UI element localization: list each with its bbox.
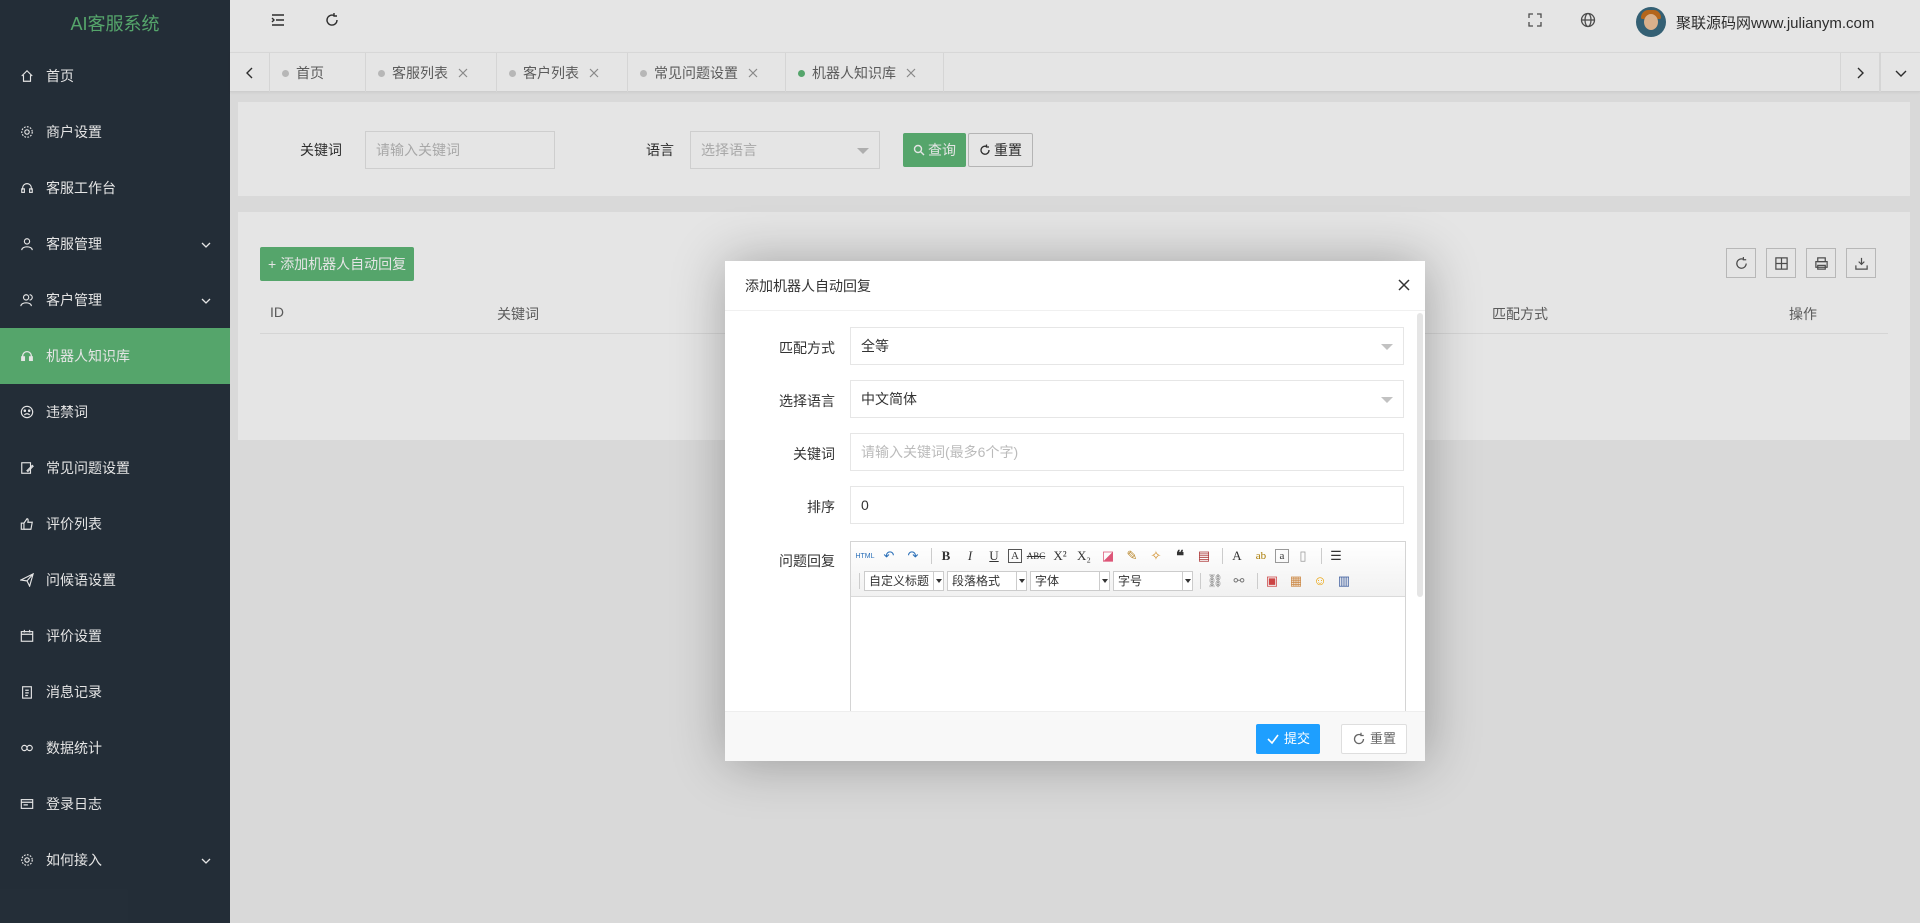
editor-content-area[interactable] (851, 597, 1405, 711)
background-color-icon[interactable]: ab (1251, 546, 1271, 566)
strikethrough-icon[interactable]: ABC (1026, 546, 1046, 566)
font-color-icon[interactable]: A (1227, 546, 1247, 566)
bold-icon[interactable]: B (936, 546, 956, 566)
language-select-label: 选择语言 (779, 393, 835, 409)
keyword-input[interactable]: 请输入关键词(最多6个字) (850, 433, 1404, 471)
multi-image-icon[interactable]: ▦ (1286, 571, 1306, 591)
undo-icon[interactable]: ↶ (879, 546, 899, 566)
italic-icon[interactable]: I (960, 546, 980, 566)
modal-scrollbar[interactable] (1417, 313, 1423, 597)
reset-button[interactable]: 重置 (1341, 724, 1408, 754)
match-type-select[interactable]: 全等 (850, 327, 1404, 365)
subscript-icon[interactable]: X₂ (1074, 546, 1094, 566)
html-source-icon[interactable]: HTML (855, 546, 875, 566)
editor-toolbar: HTML ↶ ↷ B I U A ABC X² X₂ ◪ ✎ ✧ ❝ ▤ A a… (851, 542, 1405, 597)
insert-text-icon[interactable]: a (1275, 549, 1289, 563)
image-icon[interactable]: ▣ (1262, 571, 1282, 591)
line-height-icon[interactable]: ☰ (1326, 546, 1346, 566)
font-border-icon[interactable]: A (1008, 549, 1022, 563)
submit-button[interactable]: 提交 (1256, 724, 1321, 754)
refresh-icon (1353, 732, 1365, 745)
close-icon[interactable] (1397, 278, 1411, 292)
font-size-dropdown[interactable]: 字号 (1113, 571, 1193, 591)
modal-footer: 提交 重置 (725, 711, 1425, 761)
language-select[interactable]: 中文简体 (850, 380, 1404, 418)
modal-header: 添加机器人自动回复 (725, 261, 1425, 311)
superscript-icon[interactable]: X² (1050, 546, 1070, 566)
eraser-icon[interactable]: ◪ (1098, 546, 1118, 566)
keyword-label: 关键词 (793, 446, 835, 462)
sort-input[interactable]: 0 (850, 486, 1404, 524)
sort-label: 排序 (807, 499, 835, 515)
format-brush-icon[interactable]: ✎ (1122, 546, 1142, 566)
reset-button-label: 重置 (1370, 731, 1397, 746)
paragraph-format-dropdown[interactable]: 段落格式 (947, 571, 1027, 591)
quote-icon[interactable]: ❝ (1170, 546, 1190, 566)
dropdown-caret-icon (1381, 397, 1393, 403)
check-icon (1267, 734, 1279, 745)
magic-wand-icon[interactable]: ✧ (1146, 546, 1166, 566)
font-family-dropdown[interactable]: 字体 (1030, 571, 1110, 591)
video-icon[interactable]: ▥ (1334, 571, 1354, 591)
rich-text-editor: HTML ↶ ↷ B I U A ABC X² X₂ ◪ ✎ ✧ ❝ ▤ A a… (850, 541, 1406, 711)
dropdown-caret-icon (1381, 344, 1393, 350)
modal-title: 添加机器人自动回复 (745, 278, 871, 294)
paste-plain-icon[interactable]: ▤ (1194, 546, 1214, 566)
document-icon[interactable]: ▯ (1293, 546, 1313, 566)
underline-icon[interactable]: U (984, 546, 1004, 566)
modal-body: 匹配方式 全等 选择语言 中文简体 关键词 请输入关键词(最多6个字) 排序 0… (725, 311, 1425, 711)
custom-title-dropdown[interactable]: 自定义标题 (864, 571, 944, 591)
language-value: 中文简体 (861, 391, 917, 407)
match-type-label: 匹配方式 (779, 340, 835, 356)
redo-icon[interactable]: ↷ (903, 546, 923, 566)
unlink-icon[interactable]: ⚯ (1229, 571, 1249, 591)
add-robot-reply-modal: 添加机器人自动回复 匹配方式 全等 选择语言 中文简体 关键词 请输入关键词(最… (725, 261, 1425, 761)
submit-button-label: 提交 (1284, 731, 1311, 746)
match-type-value: 全等 (861, 338, 889, 354)
reply-label: 问题回复 (779, 553, 835, 569)
emoji-icon[interactable]: ☺ (1310, 571, 1330, 591)
link-icon[interactable]: ⛓ (1205, 571, 1225, 591)
